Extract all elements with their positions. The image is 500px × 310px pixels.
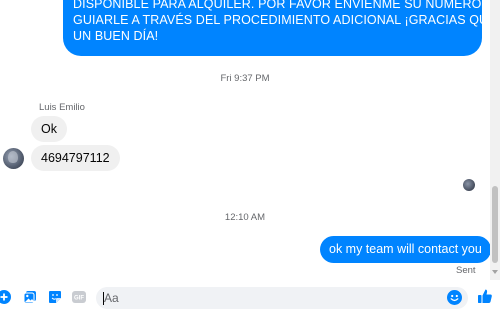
scroll-down-arrow[interactable] [492, 270, 498, 274]
seen-indicator-avatar [463, 179, 475, 191]
thumbs-up-icon[interactable] [477, 288, 493, 304]
incoming-message-bubble[interactable]: Ok [31, 116, 67, 142]
photo-icon[interactable] [23, 290, 37, 304]
text-caret [103, 292, 104, 305]
message-line: GUIARLE A TRAVÉS DEL PROCEDIMIENTO ADICI… [73, 13, 490, 27]
message-composer: GIF [0, 282, 500, 310]
outgoing-message-bubble[interactable]: DISPONIBLE PARA ALQUILER. POR FAVOR ENVI… [63, 0, 490, 56]
scrollbar-thumb[interactable] [492, 186, 498, 263]
emoji-icon[interactable] [447, 290, 462, 305]
message-line: UN BUEN DÍA! [73, 29, 159, 43]
outgoing-message-bubble[interactable]: ok my team will contact you [320, 236, 490, 263]
message-input[interactable] [96, 287, 468, 309]
message-thread: DISPONIBLE PARA ALQUILER. POR FAVOR ENVI… [0, 0, 490, 282]
plus-icon[interactable] [0, 290, 11, 304]
avatar[interactable] [3, 148, 24, 169]
timestamp-divider: Fri 9:37 PM [220, 73, 270, 84]
scrollbar[interactable] [490, 0, 500, 280]
timestamp-divider: 12:10 AM [224, 212, 266, 223]
gif-label: GIF [74, 296, 84, 302]
message-status: Sent [456, 265, 476, 276]
sender-name: Luis Emilio [39, 102, 85, 113]
gif-icon[interactable]: GIF [72, 290, 86, 304]
sticker-icon[interactable] [48, 290, 62, 304]
message-line: DISPONIBLE PARA ALQUILER. POR FAVOR ENVI… [73, 0, 490, 11]
incoming-message-bubble[interactable]: 4694797112 [31, 145, 120, 171]
